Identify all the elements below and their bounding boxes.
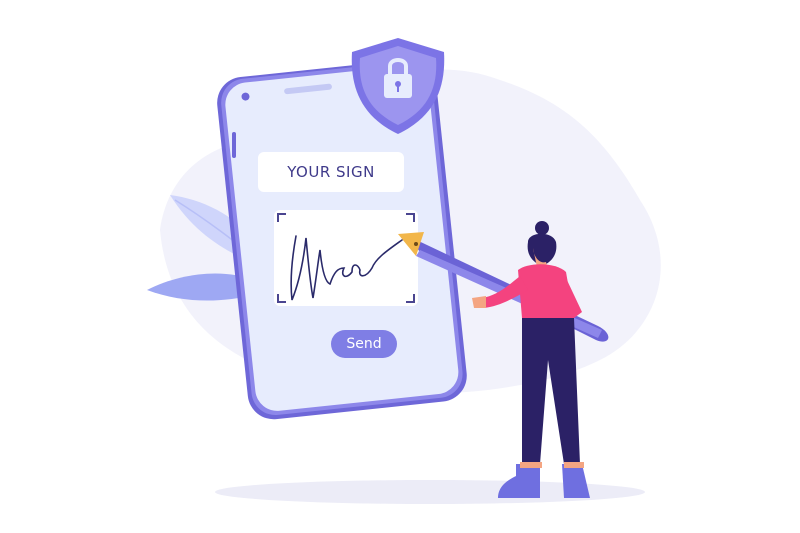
phone-side-button	[232, 132, 236, 158]
phone-title: YOUR SIGN	[287, 163, 375, 181]
illustration: YOUR SIGN Send	[0, 0, 800, 533]
send-button[interactable]: Send	[331, 330, 397, 358]
illustration-graphic	[147, 38, 661, 504]
